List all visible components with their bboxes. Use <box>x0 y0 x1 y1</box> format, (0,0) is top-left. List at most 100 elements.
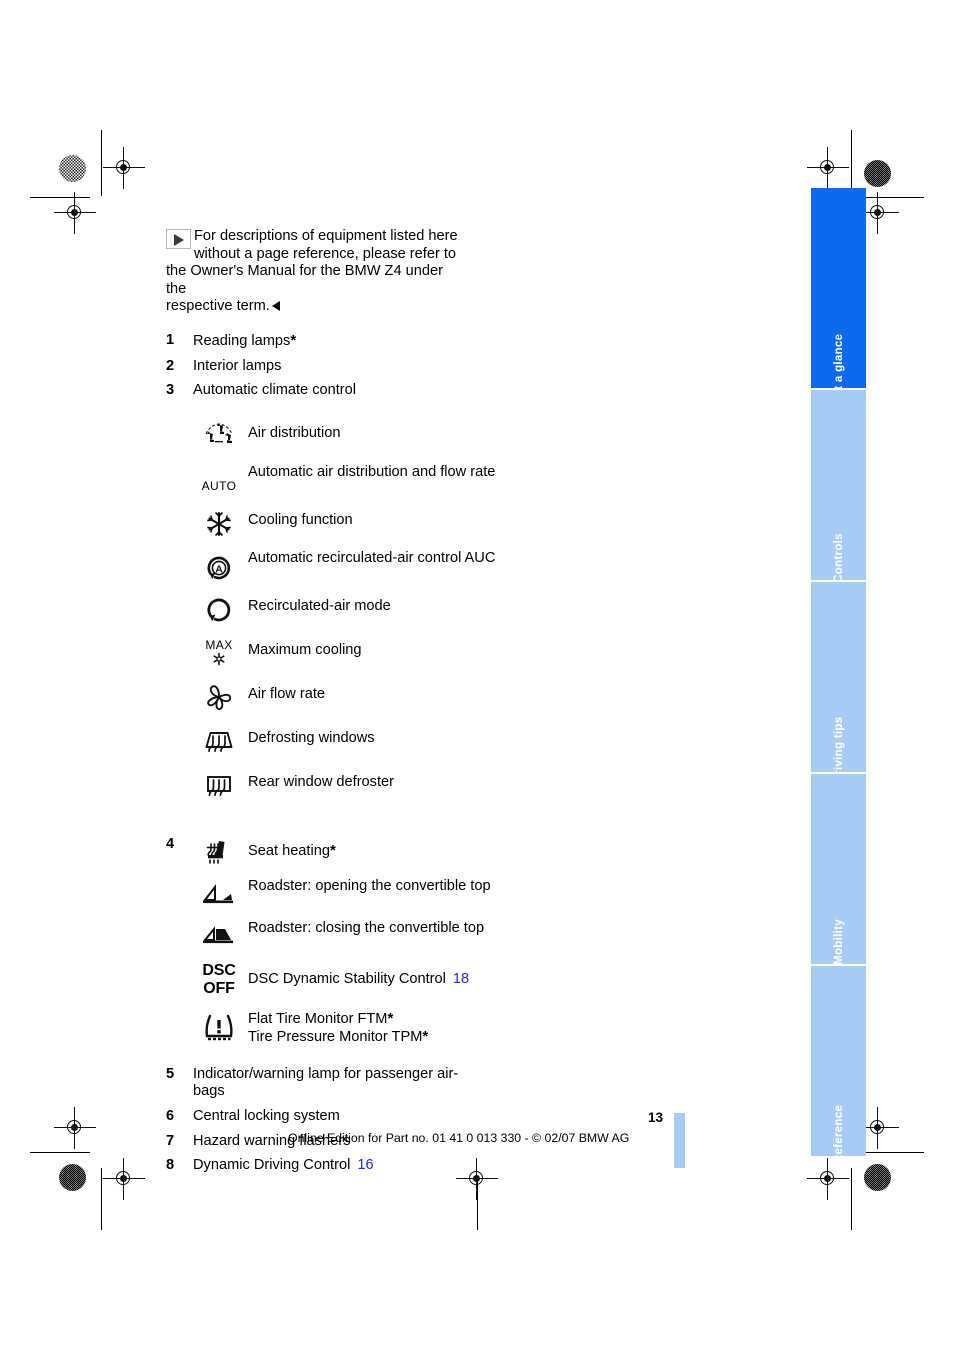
crop-line-right-top-h <box>866 197 924 198</box>
air-distribution-icon <box>193 419 248 453</box>
crop-line-bottom-center-v <box>477 1180 478 1230</box>
fan-glyph <box>207 685 232 710</box>
seat-heating-glyph <box>206 840 225 864</box>
svg-text:A: A <box>215 563 223 575</box>
tab-driving-tips[interactable]: Driving tips <box>811 582 866 783</box>
tab-controls[interactable]: Controls <box>811 390 866 583</box>
item-number: 6 <box>166 1107 175 1124</box>
icon-list-item: Roadster: opening the convertible top <box>166 878 666 912</box>
recirculation-icon <box>193 592 248 626</box>
registration-mark-top-left-outer <box>54 192 96 234</box>
halftone-circle-top-right <box>864 160 891 187</box>
auc-glyph: A <box>207 556 231 579</box>
snowflake-icon <box>193 506 248 540</box>
icon-list-item: Recirculated-air mode <box>166 592 666 626</box>
crop-line-left-bottom-h <box>30 1152 90 1153</box>
list-item: 3 Automatic climate control <box>166 382 666 400</box>
crop-line-right-bottom-h <box>866 1152 924 1153</box>
paragraph-end-icon <box>271 301 280 312</box>
footer-text: Online Edition for Part no. 01 41 0 013 … <box>288 1131 630 1145</box>
option-star: * <box>290 331 297 349</box>
option-star: * <box>329 841 336 859</box>
icon-list-item: Air distribution <box>166 419 666 453</box>
tire-pressure-icon <box>193 1010 248 1050</box>
item-number: 8 <box>166 1157 175 1174</box>
icon-label: Cooling function <box>248 511 353 528</box>
max-cooling-icon: MAX <box>193 636 248 670</box>
page-content: For descriptions of equipment listed her… <box>166 228 666 1182</box>
icon-label: Seat heating* <box>248 841 336 859</box>
icon-list-item: MAX Maximum cooling <box>166 636 666 670</box>
icon-label: Roadster: opening the convertible top <box>248 877 491 894</box>
page-reference[interactable]: 16 <box>357 1157 373 1173</box>
icon-list-item: Air flow rate <box>166 680 666 714</box>
fan-icon <box>193 680 248 714</box>
item-label: Dynamic Driving Control 16 <box>193 1157 374 1174</box>
dsc-text: DSC <box>202 961 236 979</box>
max-snowflake-glyph <box>213 652 225 666</box>
equipment-note: For descriptions of equipment listed her… <box>166 228 466 316</box>
tab-label: At a glance <box>832 333 845 399</box>
air-distribution-glyph <box>205 422 233 443</box>
crop-line-bottom-left-v <box>101 1168 102 1230</box>
icon-list-item: Defrosting windows <box>166 724 666 758</box>
list-item: 2 Interior lamps <box>166 358 666 376</box>
auto-icon: AUTO <box>193 464 248 498</box>
icon-list-item: A Automatic recirculated-air control AUC <box>166 550 666 584</box>
note-line-4: respective term. <box>166 298 270 315</box>
off-text: OFF <box>203 979 235 997</box>
icon-list-item: Roadster: closing the convertible top <box>166 920 666 954</box>
item-number: 1 <box>166 331 175 348</box>
icon-label: Defrosting windows <box>248 729 375 746</box>
icon-list-item: DSC OFF DSC Dynamic Stability Control 18 <box>166 962 666 1002</box>
windshield-defrost-icon <box>193 724 248 758</box>
registration-mark-top-right-outer <box>857 192 899 234</box>
item-label: Indicator/warning lamp for passenger air… <box>193 1065 459 1100</box>
icon-list-item: Rear window defroster <box>166 768 666 802</box>
icon-label: DSC Dynamic Stability Control 18 <box>248 970 470 987</box>
registration-mark-top-right-inner <box>807 147 849 189</box>
rear-defrost-icon <box>193 768 248 802</box>
registration-mark-bottom-left-outer <box>54 1107 96 1149</box>
list-item: 8 Dynamic Driving Control 16 <box>166 1157 666 1175</box>
halftone-circle-bottom-left <box>59 1164 86 1191</box>
note-line-2: without a page reference, please refer t… <box>194 245 457 262</box>
auc-icon: A <box>193 550 248 584</box>
icon-label: Maximum cooling <box>248 641 362 658</box>
item-label: Automatic climate control <box>193 382 357 399</box>
item-number: 4 <box>166 835 175 852</box>
recirculation-glyph <box>207 598 231 622</box>
item-number: 5 <box>166 1065 175 1082</box>
chapter-tab-strip: At a glance Controls Driving tips Mobili… <box>811 188 866 1168</box>
icon-list-item: 4 Seat heating* <box>166 836 666 870</box>
halftone-circle-bottom-right <box>864 1164 891 1191</box>
convertible-open-glyph <box>202 883 233 903</box>
crop-line-top-left-v <box>101 130 102 196</box>
seat-heating-icon <box>193 836 248 870</box>
item-label: Interior lamps <box>193 357 282 374</box>
icon-label: Automatic air distribution and flow rate <box>248 463 496 480</box>
dsc-off-icon: DSC OFF <box>193 962 248 1002</box>
halftone-circle-top-left <box>59 155 86 182</box>
icon-label: Flat Tire Monitor FTM* Tire Pressure Mon… <box>248 1010 498 1047</box>
item-label: Reading lamps* <box>193 331 297 349</box>
convertible-close-icon <box>193 920 248 954</box>
icon-label: Recirculated-air mode <box>248 597 391 614</box>
icon-label: Roadster: closing the convertible top <box>248 919 485 936</box>
tab-mobility[interactable]: Mobility <box>811 774 866 965</box>
tab-label: Reference <box>832 1104 845 1164</box>
page-reference[interactable]: 18 <box>453 971 469 987</box>
icon-list-item: Flat Tire Monitor FTM* Tire Pressure Mon… <box>166 1010 666 1050</box>
note-line-1: For descriptions of equipment listed her… <box>194 228 458 244</box>
icon-label: Air distribution <box>248 424 341 441</box>
page-number-bar <box>674 1113 685 1168</box>
list-item: 1 Reading lamps* <box>166 332 666 351</box>
tab-at-a-glance[interactable]: At a glance <box>811 188 866 398</box>
tab-reference[interactable]: Reference <box>811 966 866 1163</box>
icon-list-item: AUTO Automatic air distribution and flow… <box>166 464 666 498</box>
crop-line-bottom-right-v <box>851 1168 852 1230</box>
tpm-label: Tire Pressure Monitor TPM <box>248 1029 423 1046</box>
crop-line-left-top-h <box>30 197 90 198</box>
item-number: 3 <box>166 382 175 399</box>
crop-line-top-right-v <box>851 130 852 196</box>
